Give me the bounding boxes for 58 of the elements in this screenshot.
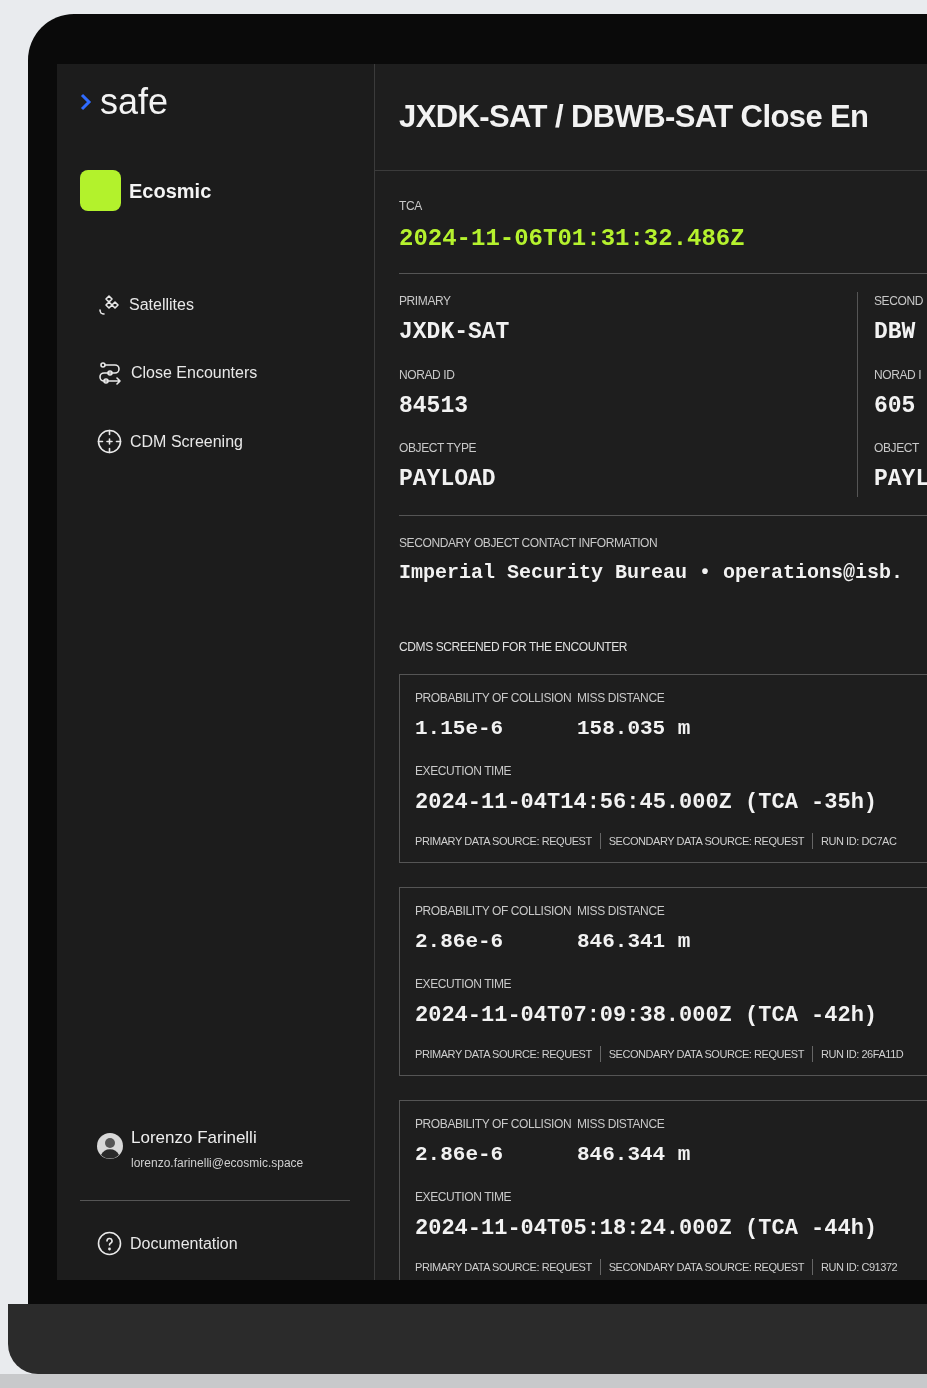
field-label: MISS DISTANCE xyxy=(577,902,666,920)
crosshair-icon xyxy=(97,429,122,454)
miss-distance-value: 158.035 m xyxy=(577,715,691,742)
contact-value: Imperial Security Bureau • operations@isb. xyxy=(399,559,905,586)
user-name: Lorenzo Farinelli xyxy=(131,1126,258,1149)
miss-distance-value: 846.341 m xyxy=(577,928,691,955)
meta-text: RUN ID: 26FA11D xyxy=(821,1047,904,1062)
tca-value: 2024-11-06T01:31:32.486Z xyxy=(399,224,746,254)
workspace-logo xyxy=(80,170,121,211)
field-label: MISS DISTANCE xyxy=(577,1115,666,1133)
meta-text: PRIMARY DATA SOURCE: REQUEST xyxy=(415,1047,592,1062)
execution-time-value: 2024-11-04T14:56:45.000Z (TCA -35h) xyxy=(415,789,879,817)
chevron-icon xyxy=(80,92,92,112)
field-value: DBW xyxy=(874,318,917,347)
route-icon xyxy=(97,361,123,385)
execution-time-value: 2024-11-04T07:09:38.000Z (TCA -42h) xyxy=(415,1002,879,1030)
field-label: PROBABILITY OF COLLISION xyxy=(415,689,573,707)
field-label: OBJECT xyxy=(874,440,920,457)
field-label: OBJECT TYPE xyxy=(399,440,478,457)
logo-text: safe xyxy=(100,84,169,120)
field-value: PAYLOAD xyxy=(399,465,497,494)
field-label: TCA xyxy=(399,198,423,215)
field-value: 605 xyxy=(874,391,917,421)
field-label: SECOND xyxy=(874,293,924,310)
meta-text: PRIMARY DATA SOURCE: REQUEST xyxy=(415,834,592,849)
nav-item[interactable]: Satellites xyxy=(97,293,350,317)
field-label: EXECUTION TIME xyxy=(415,763,513,780)
meta-text: PRIMARY DATA SOURCE: REQUEST xyxy=(415,1260,592,1275)
nav-item[interactable]: CDM Screening xyxy=(97,429,350,454)
field-label: NORAD I xyxy=(874,366,923,384)
field-value: JXDK-SAT xyxy=(399,318,511,347)
field-label: EXECUTION TIME xyxy=(415,1189,513,1206)
field-label: PRIMARY xyxy=(399,293,452,310)
field-label: PROBABILITY OF COLLISION xyxy=(415,1115,573,1133)
field-label: PROBABILITY OF COLLISION xyxy=(415,902,573,920)
avatar-icon xyxy=(97,1132,123,1159)
field-label: NORAD ID xyxy=(399,366,456,384)
documentation-link[interactable]: Documentation xyxy=(80,1231,350,1256)
meta-text: SECONDARY DATA SOURCE: REQUEST xyxy=(608,1047,805,1062)
section-heading: CDMS SCREENED FOR THE ENCOUNTER xyxy=(399,638,629,656)
meta-text: SECONDARY DATA SOURCE: REQUEST xyxy=(608,834,805,849)
execution-time-value: 2024-11-04T05:18:24.000Z (TCA -44h) xyxy=(415,1215,879,1243)
miss-distance-value: 846.344 m xyxy=(577,1141,691,1168)
meta-text: SECONDARY DATA SOURCE: REQUEST xyxy=(608,1260,805,1275)
field-value: 84513 xyxy=(399,391,469,421)
field-label: MISS DISTANCE xyxy=(577,689,666,707)
help-icon xyxy=(97,1231,122,1256)
field-label: EXECUTION TIME xyxy=(415,976,513,993)
probability-value: 1.15e-6 xyxy=(415,715,505,742)
probability-value: 2.86e-6 xyxy=(415,1141,505,1168)
nav-item[interactable]: Close Encounters xyxy=(97,361,350,385)
meta-text: RUN ID: DC7AC xyxy=(821,834,897,849)
meta-text: RUN ID: C91372 xyxy=(821,1260,898,1275)
probability-value: 2.86e-6 xyxy=(415,928,505,955)
workspace-name: Ecosmic xyxy=(129,178,212,204)
page-title: JXDK-SAT / DBWB-SAT Close En xyxy=(399,98,869,136)
user-email: lorenzo.farinelli@ecosmic.space xyxy=(131,1155,304,1172)
field-label: SECONDARY OBJECT CONTACT INFORMATION xyxy=(399,534,659,552)
